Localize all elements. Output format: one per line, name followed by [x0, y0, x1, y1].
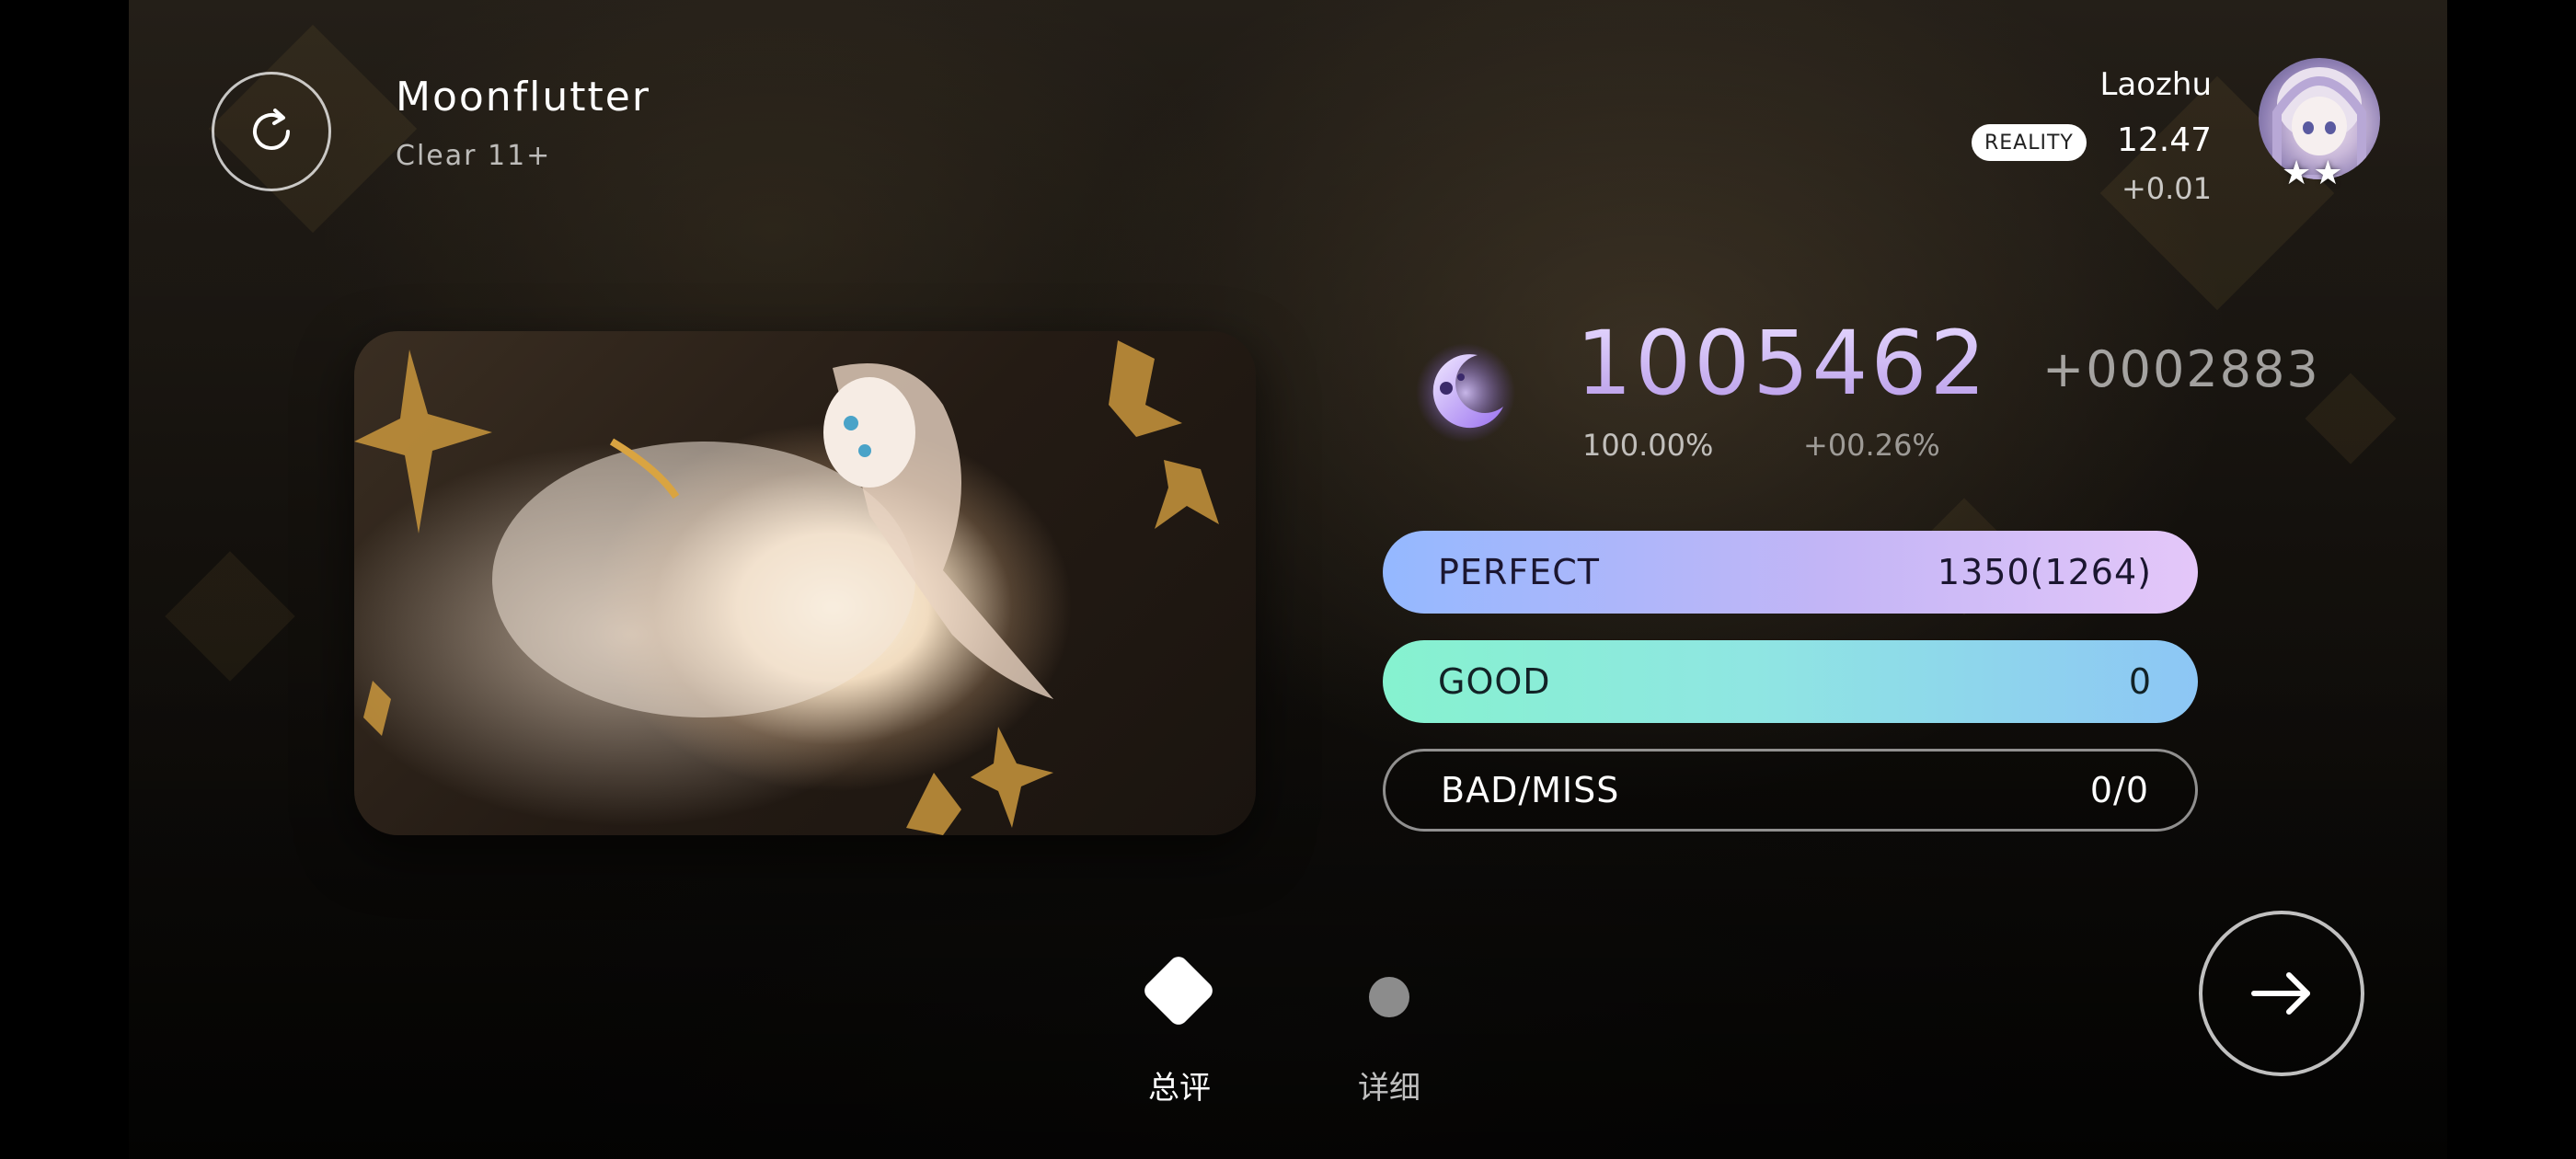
- result-screen: Moonflutter Clear 11+ Laozhu REALITY 12.…: [0, 0, 2576, 1159]
- perfect-count: 1350(1264): [1937, 552, 2152, 592]
- retry-button[interactable]: [212, 72, 331, 191]
- dot-icon: [1369, 977, 1409, 1017]
- illustration-art: [354, 340, 1219, 835]
- moon-grade-icon: [1416, 343, 1515, 442]
- diamond-icon: [1140, 952, 1217, 1029]
- accuracy-delta: +00.26%: [1803, 428, 1940, 463]
- refresh-icon: [253, 109, 290, 150]
- rating-delta: +0.01: [2121, 171, 2212, 206]
- reality-badge: REALITY: [1972, 124, 2087, 161]
- tab-overview[interactable]: 总评: [1124, 952, 1235, 1107]
- bad-miss-count: 0/0: [2089, 770, 2149, 810]
- avatar-stars: ★★: [2282, 155, 2345, 192]
- tab-overview-label: 总评: [1148, 1070, 1211, 1107]
- player-name: Laozhu: [2099, 66, 2212, 103]
- good-bar: GOOD 0: [1383, 640, 2198, 723]
- song-title: Moonflutter: [396, 74, 650, 120]
- result-stage-background: Moonflutter Clear 11+ Laozhu REALITY 12.…: [129, 0, 2447, 1159]
- bad-miss-bar: BAD/MISS 0/0: [1383, 749, 2198, 832]
- tab-details[interactable]: 详细: [1334, 957, 1444, 1107]
- arrow-right-icon: [2251, 972, 2310, 1015]
- score: 1005462: [1576, 312, 1989, 415]
- good-count: 0: [2128, 661, 2152, 702]
- accuracy: 100.00%: [1582, 428, 1714, 463]
- perfect-label: PERFECT: [1438, 552, 1600, 592]
- bad-miss-label: BAD/MISS: [1441, 770, 1620, 810]
- tab-details-label: 详细: [1358, 1070, 1420, 1107]
- perfect-bar: PERFECT 1350(1264): [1383, 531, 2198, 614]
- good-label: GOOD: [1438, 661, 1551, 702]
- player-rating: 12.47: [2116, 121, 2212, 159]
- song-difficulty: Clear 11+: [396, 140, 552, 172]
- next-button[interactable]: [2199, 911, 2364, 1076]
- score-delta: +0002883: [2042, 340, 2320, 398]
- song-illustration: [354, 331, 1256, 835]
